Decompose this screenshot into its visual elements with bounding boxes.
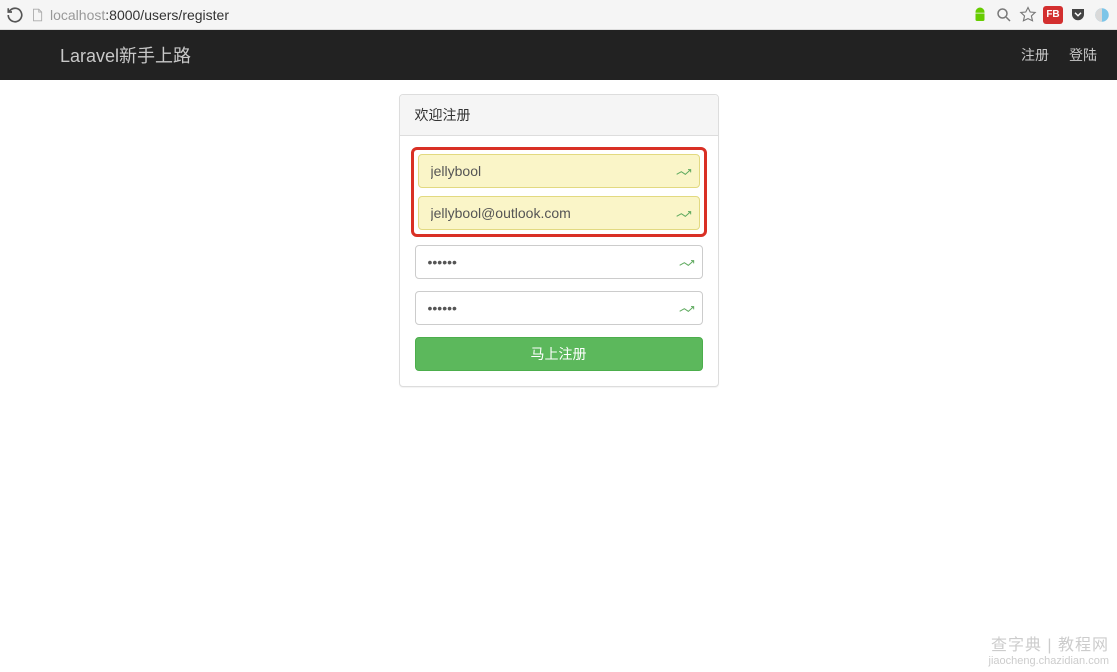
shield-icon[interactable] (1093, 6, 1111, 24)
panel-heading: 欢迎注册 (400, 95, 718, 136)
browser-toolbar: localhost:8000/users/register FB (0, 0, 1117, 30)
nav-link-login[interactable]: 登陆 (1069, 45, 1097, 65)
extension-fb-icon[interactable]: FB (1043, 6, 1063, 24)
password-input[interactable] (415, 245, 703, 279)
username-input[interactable] (418, 154, 700, 188)
address-bar[interactable]: localhost:8000/users/register (50, 7, 965, 23)
email-row (418, 196, 700, 230)
email-input[interactable] (418, 196, 700, 230)
page-icon (30, 7, 44, 23)
panel-body: 马上注册 (400, 136, 718, 386)
password-confirm-row (415, 291, 703, 325)
nav-link-register[interactable]: 注册 (1021, 45, 1049, 65)
reload-icon[interactable] (6, 6, 24, 24)
watermark: 查字典 | 教程网 jiaocheng.chazidian.com (989, 636, 1109, 668)
android-icon[interactable] (971, 6, 989, 24)
username-row (418, 154, 700, 188)
submit-button[interactable]: 马上注册 (415, 337, 703, 371)
main-navbar: Laravel新手上路 注册 登陆 (0, 30, 1117, 80)
watermark-line2: jiaocheng.chazidian.com (989, 655, 1109, 668)
pocket-icon[interactable] (1069, 6, 1087, 24)
url-path: :8000/users/register (105, 7, 229, 23)
url-host: localhost (50, 7, 105, 23)
watermark-line1: 查字典 | 教程网 (989, 636, 1109, 655)
toolbar-icons: FB (971, 6, 1111, 24)
register-panel: 欢迎注册 (399, 94, 719, 387)
nav-right: 注册 登陆 (1021, 45, 1097, 65)
zoom-icon[interactable] (995, 6, 1013, 24)
password-row (415, 245, 703, 279)
star-icon[interactable] (1019, 6, 1037, 24)
highlighted-autofill-group (411, 147, 707, 237)
page-content: 欢迎注册 (0, 80, 1117, 387)
brand-title[interactable]: Laravel新手上路 (60, 42, 191, 68)
password-confirm-input[interactable] (415, 291, 703, 325)
